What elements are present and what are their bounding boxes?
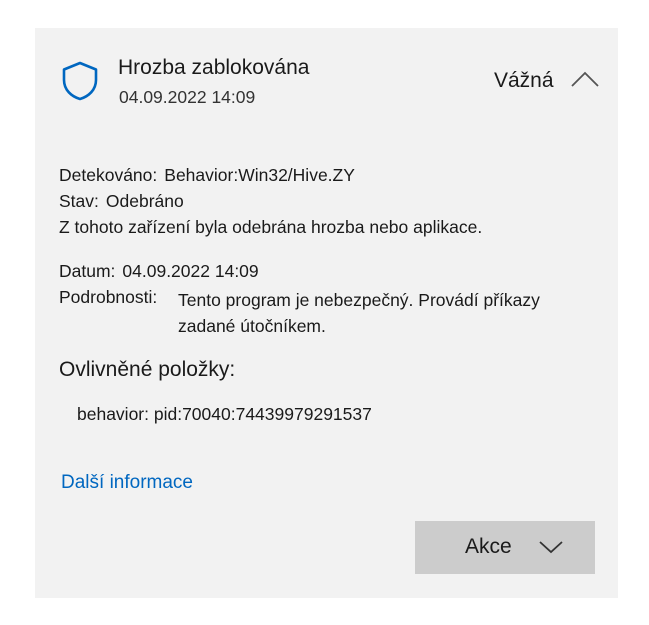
details-label: Podrobnosti: bbox=[59, 287, 158, 307]
status-value: Odebráno bbox=[105, 191, 184, 211]
date-label: Datum: bbox=[59, 261, 116, 281]
actions-button-label: Akce bbox=[465, 535, 512, 558]
detected-value: Behavior:Win32/Hive.ZY bbox=[164, 165, 355, 185]
more-info-link[interactable]: Další informace bbox=[61, 472, 193, 494]
status-row: Stav: Odebráno bbox=[59, 191, 184, 212]
severity-label: Vážná bbox=[494, 69, 554, 92]
detected-row: Detekováno: Behavior:Win32/Hive.ZY bbox=[59, 165, 355, 186]
shield-icon bbox=[62, 61, 98, 101]
affected-items-heading: Ovlivněné položky: bbox=[59, 358, 236, 381]
date-row: Datum: 04.09.2022 14:09 bbox=[59, 261, 259, 282]
status-message: Z tohoto zařízení byla odebrána hrozba n… bbox=[59, 217, 483, 237]
actions-button[interactable]: Akce bbox=[415, 521, 595, 574]
threat-date: 04.09.2022 14:09 bbox=[119, 87, 256, 107]
date-value: 04.09.2022 14:09 bbox=[122, 261, 259, 281]
affected-item: behavior: pid:70040:74439979291537 bbox=[77, 404, 372, 424]
chevron-up-icon[interactable] bbox=[569, 68, 601, 92]
status-label: Stav: bbox=[59, 191, 99, 211]
threat-card: Hrozba zablokována 04.09.2022 14:09 Vážn… bbox=[35, 28, 618, 598]
threat-title: Hrozba zablokována bbox=[118, 56, 310, 79]
details-value: Tento program je nebezpečný. Provádí pří… bbox=[178, 290, 540, 336]
detected-label: Detekováno: bbox=[59, 165, 158, 185]
chevron-down-icon bbox=[539, 541, 563, 554]
